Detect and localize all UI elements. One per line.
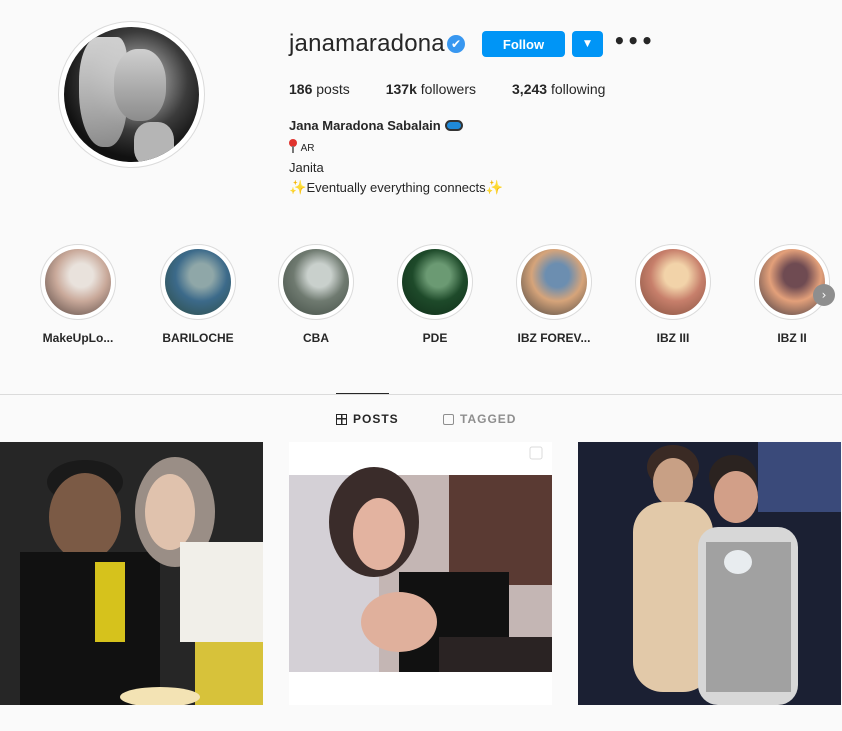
bio-line-nickname: Janita xyxy=(289,160,324,175)
highlight-item[interactable]: MakeUpLo... xyxy=(40,244,116,345)
full-name-text: Jana Maradona Sabalain xyxy=(289,118,441,133)
highlight-item[interactable]: CBA xyxy=(278,244,354,345)
highlight-item[interactable]: IBZ III xyxy=(635,244,711,345)
grid-icon xyxy=(336,413,347,425)
highlight-cover-image xyxy=(640,249,706,315)
highlight-cover-image xyxy=(759,249,825,315)
avatar[interactable] xyxy=(64,27,199,162)
post-thumbnail[interactable] xyxy=(0,442,263,705)
highlight-item[interactable]: IBZ II xyxy=(754,244,830,345)
following-count: 3,243 xyxy=(512,81,548,97)
highlight-label: PDE xyxy=(422,331,448,345)
posts-count: 186 xyxy=(289,81,313,97)
sunglasses-emoji-icon xyxy=(444,120,463,131)
follow-button[interactable]: Follow xyxy=(482,31,565,57)
highlight-ring xyxy=(516,244,592,320)
tab-tagged-label: TAGGED xyxy=(460,412,517,426)
tab-tagged[interactable]: TAGGED xyxy=(443,412,516,426)
highlight-item[interactable]: IBZ FOREV... xyxy=(516,244,592,345)
highlight-label: MakeUpLo... xyxy=(42,331,114,345)
followers-stat[interactable]: 137k followers xyxy=(386,81,476,97)
highlight-label: BARILOCHE xyxy=(162,331,234,345)
highlight-ring xyxy=(278,244,354,320)
bio-location-text: AR xyxy=(300,143,315,154)
sparkles-emoji-icon: ✨ xyxy=(289,180,307,196)
highlight-ring xyxy=(397,244,473,320)
profile-username: janamaradona xyxy=(289,30,445,57)
suggestions-dropdown-button[interactable]: ▼ xyxy=(572,31,603,57)
highlight-cover-image xyxy=(402,249,468,315)
avatar-hand-shape xyxy=(134,122,174,162)
tabs-divider xyxy=(0,394,842,395)
following-label: following xyxy=(550,81,606,97)
verified-badge-icon: ✔ xyxy=(447,35,465,53)
post-image xyxy=(0,442,263,705)
followers-count: 137k xyxy=(385,81,417,97)
bio-line-location: AR xyxy=(289,139,315,154)
highlight-label: IBZ III xyxy=(656,331,690,345)
pin-emoji-icon xyxy=(289,139,297,153)
profile-full-name: Jana Maradona Sabalain xyxy=(289,118,463,133)
active-tab-indicator xyxy=(336,393,389,394)
post-thumbnail[interactable] xyxy=(578,442,841,705)
highlight-cover-image xyxy=(45,249,111,315)
bio-line-quote: ✨Eventually everything connects✨ xyxy=(289,180,503,196)
post-image xyxy=(289,442,552,705)
highlight-ring xyxy=(40,244,116,320)
highlight-cover-image xyxy=(165,249,231,315)
sparkles-emoji-icon: ✨ xyxy=(485,180,504,196)
posts-label: posts xyxy=(316,81,350,97)
highlight-ring xyxy=(160,244,236,320)
profile-stats: 186 posts 137k followers 3,243 following xyxy=(289,81,641,97)
post-thumbnail[interactable] xyxy=(289,442,552,705)
followers-label: followers xyxy=(420,81,477,97)
tab-posts-label: POSTS xyxy=(353,412,399,426)
highlight-label: IBZ II xyxy=(777,331,807,345)
more-options-icon[interactable]: ••• xyxy=(613,30,653,56)
highlight-cover-image xyxy=(283,249,349,315)
post-image xyxy=(578,442,841,705)
chevron-right-icon[interactable]: › xyxy=(813,284,835,306)
tagged-icon xyxy=(443,413,454,425)
highlight-item[interactable]: PDE xyxy=(397,244,473,345)
highlight-ring xyxy=(635,244,711,320)
highlight-label: IBZ FOREV... xyxy=(517,331,591,345)
highlight-item[interactable]: BARILOCHE xyxy=(160,244,236,345)
tab-posts[interactable]: POSTS xyxy=(336,412,399,426)
highlight-label: CBA xyxy=(303,331,329,345)
highlight-ring xyxy=(754,244,830,320)
avatar-face-shape xyxy=(114,49,166,121)
posts-stat: 186 posts xyxy=(289,81,350,97)
bio-quote-text: Eventually everything connects xyxy=(306,180,486,195)
highlight-cover-image xyxy=(521,249,587,315)
following-stat[interactable]: 3,243 following xyxy=(512,81,605,97)
